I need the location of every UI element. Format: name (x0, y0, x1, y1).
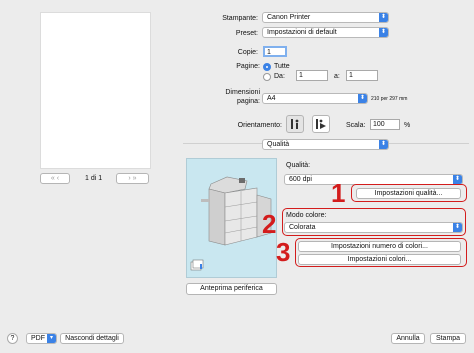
device-preview-button[interactable]: Anteprima periferica (186, 283, 277, 295)
page-preview (40, 12, 151, 169)
preview-next-button[interactable]: › » (116, 173, 149, 184)
quality-value: 600 dpi (289, 176, 312, 183)
orientation-label: Orientamento: (237, 122, 282, 129)
pages-to-field[interactable]: 1 (346, 70, 378, 81)
chevron-updown-icon: ⬍ (379, 28, 388, 37)
pages-all-label: Tutte (274, 63, 290, 70)
chevron-updown-icon: ⬍ (379, 13, 388, 22)
landscape-icon (316, 119, 326, 129)
quality-settings-button[interactable]: Impostazioni qualità... (356, 188, 461, 199)
printer-popup[interactable]: Canon Printer ⬍ (262, 12, 389, 23)
color-settings-button[interactable]: Impostazioni colori... (298, 254, 461, 265)
quality-label: Qualità: (286, 162, 311, 169)
paper-label-line2: pagina: (237, 98, 260, 105)
callout-number-2: 2 (262, 209, 277, 239)
paper-size-value: A4 (267, 95, 276, 102)
pdf-label: PDF (31, 335, 45, 342)
preview-page-counter: 1 di 1 (85, 175, 103, 182)
printer-label: Stampante: (222, 15, 258, 22)
pages-range-radio[interactable] (263, 73, 271, 81)
orientation-landscape-button[interactable] (312, 115, 330, 133)
chevron-down-icon: ▾ (47, 334, 56, 343)
pages-all-radio[interactable] (263, 63, 271, 71)
color-mode-value: Colorata (289, 224, 316, 231)
help-icon: ? (10, 335, 15, 342)
orientation-portrait-button[interactable] (286, 115, 304, 133)
copies-label: Copie: (237, 49, 258, 56)
chevron-updown-icon: ⬍ (453, 223, 462, 232)
print-button[interactable]: Stampa (430, 333, 466, 344)
pages-label: Pagine: (236, 63, 260, 70)
copies-field[interactable]: 1 (263, 46, 287, 57)
callout-number-1: 1 (331, 178, 346, 208)
callout-number-3: 3 (276, 237, 291, 267)
preset-label: Preset: (235, 30, 258, 37)
cancel-button[interactable]: Annulla (391, 333, 425, 344)
paper-stack-icon (190, 259, 204, 271)
color-number-settings-button[interactable]: Impostazioni numero di colori... (298, 241, 461, 252)
section-popup-value: Qualità (267, 141, 290, 148)
paper-size-note: 210 per 297 mm (371, 96, 408, 102)
scale-label: Scala: (346, 122, 366, 129)
hide-details-button[interactable]: Nascondi dettagli (60, 333, 124, 344)
paper-size-popup[interactable]: A4 ⬍ (262, 93, 368, 104)
portrait-icon (291, 119, 299, 129)
pdf-menu-button[interactable]: PDF ▾ (26, 333, 57, 344)
scale-field[interactable]: 100 (370, 119, 400, 130)
preview-prev-button[interactable]: « ‹ (40, 173, 70, 184)
chevron-updown-icon: ⬍ (453, 175, 462, 184)
scale-unit: % (404, 122, 411, 129)
pages-to-label: a: (334, 73, 340, 80)
color-mode-label: Modo colore: (286, 212, 327, 219)
help-button[interactable]: ? (7, 333, 18, 344)
chevron-updown-icon: ⬍ (379, 140, 388, 149)
preset-value: Impostazioni di default (267, 29, 337, 36)
paper-label-line1: Dimensioni (225, 89, 260, 96)
chevron-updown-icon: ⬍ (358, 94, 367, 103)
pages-from-field[interactable]: 1 (296, 70, 328, 81)
printer-value: Canon Printer (267, 14, 311, 21)
pages-from-label: Da: (274, 73, 285, 80)
preset-popup[interactable]: Impostazioni di default ⬍ (262, 27, 389, 38)
preview-nav: « ‹ 1 di 1 › » (40, 173, 151, 184)
color-mode-popup[interactable]: Colorata ⬍ (284, 222, 463, 233)
section-popup[interactable]: Qualità ⬍ (262, 139, 389, 150)
